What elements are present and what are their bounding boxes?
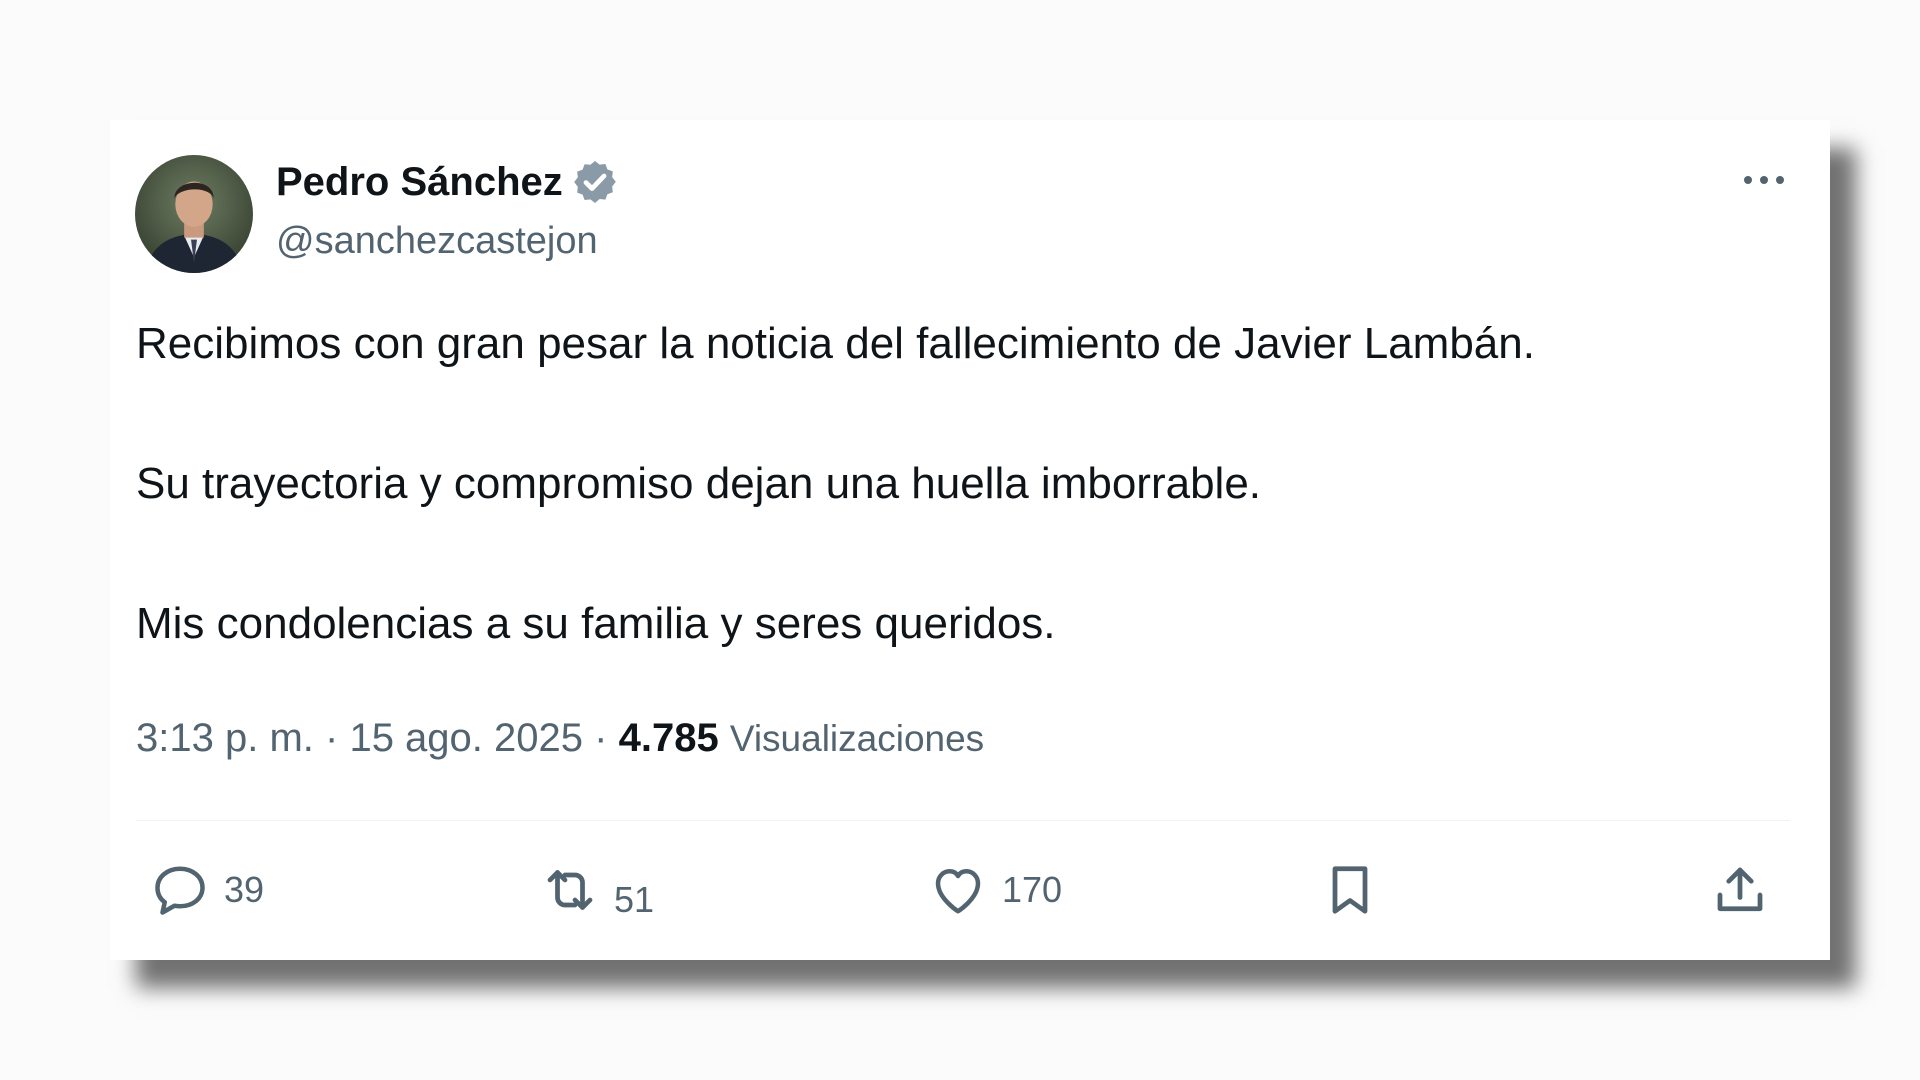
meta-separator: · (325, 716, 339, 760)
more-options-icon[interactable] (1740, 168, 1788, 192)
user-handle[interactable]: @sanchezcastejon (276, 220, 598, 263)
tweet-metadata: 3:13 p. m. · 15 ago. 2025 · 4.785 Visual… (136, 716, 984, 761)
bookmark-button[interactable] (1320, 858, 1380, 922)
retweet-count: 51 (614, 879, 655, 920)
verified-badge-icon[interactable] (571, 158, 619, 206)
reply-count: 39 (224, 869, 265, 910)
like-count: 170 (1002, 869, 1063, 910)
reply-icon (155, 866, 205, 915)
like-button[interactable]: 170 (928, 858, 1062, 922)
share-icon (1717, 867, 1763, 912)
profile-photo-image (135, 155, 253, 273)
heart-icon (935, 869, 981, 914)
retweet-icon (547, 870, 593, 910)
tweet-date[interactable]: 15 ago. 2025 (349, 716, 583, 760)
bookmark-icon (1332, 866, 1368, 914)
avatar[interactable] (135, 155, 253, 273)
display-name-text: Pedro Sánchez (276, 159, 563, 204)
meta-separator: · (594, 716, 608, 760)
tweet-line: Mis condolencias a su familia y seres qu… (136, 599, 1056, 648)
display-name[interactable]: Pedro Sánchez (276, 158, 619, 206)
views-count: 4.785 (618, 716, 719, 760)
retweet-button[interactable]: 51 (540, 858, 654, 922)
tweet-line: Su trayectoria y compromiso dejan una hu… (136, 459, 1262, 508)
tweet-line: Recibimos con gran pesar la noticia del … (136, 319, 1535, 368)
tweet-text: Recibimos con gran pesar la noticia del … (136, 318, 1796, 738)
divider (136, 820, 1790, 821)
tweet-time[interactable]: 3:13 p. m. (136, 716, 314, 760)
tweet-card: Pedro Sánchez @sanchezcastejon Recibimos… (110, 120, 1830, 960)
reply-button[interactable]: 39 (150, 858, 264, 922)
share-button[interactable] (1710, 858, 1770, 922)
views-label: Visualizaciones (729, 718, 985, 759)
